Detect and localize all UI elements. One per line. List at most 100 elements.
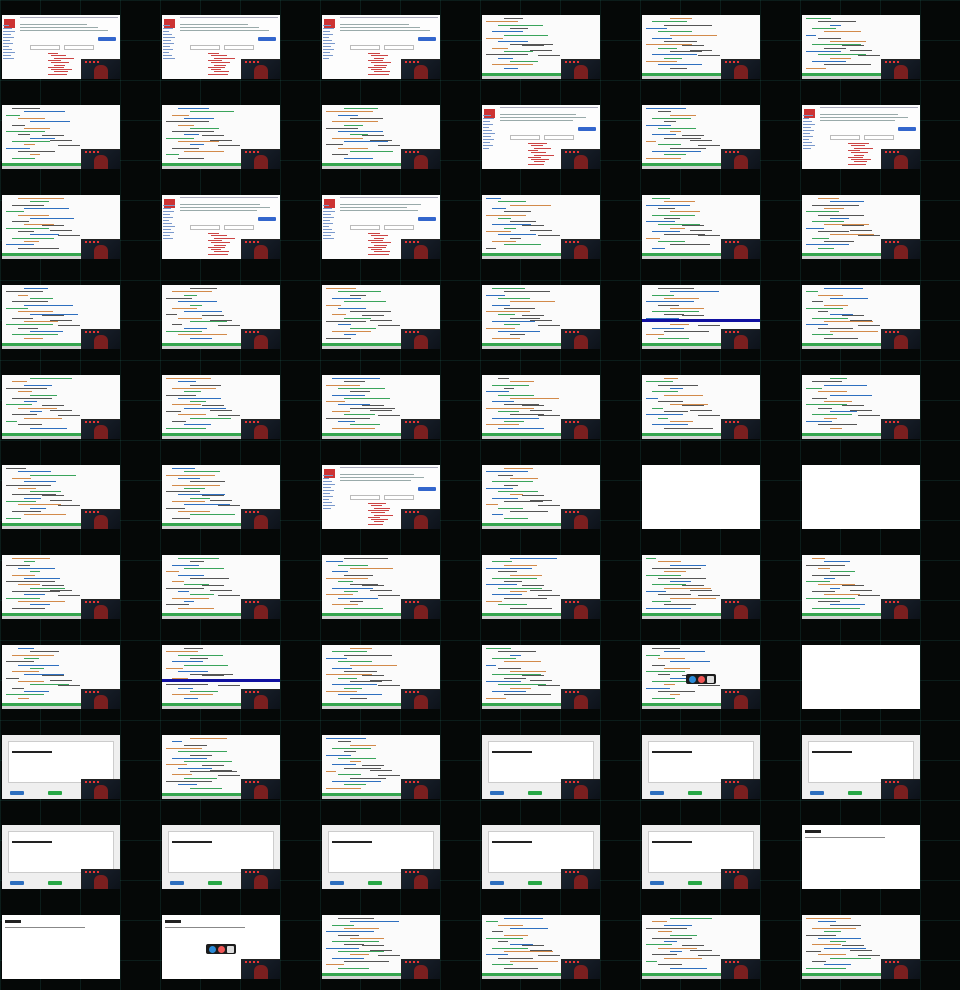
screenshot-thumbnail[interactable] (162, 915, 280, 979)
screenshot-thumbnail[interactable] (482, 555, 600, 619)
select-field[interactable] (350, 495, 380, 500)
select-field[interactable] (350, 45, 380, 50)
accept-button[interactable] (48, 791, 62, 795)
screenshot-thumbnail[interactable] (162, 285, 280, 349)
screenshot-thumbnail[interactable] (482, 915, 600, 979)
select-field[interactable] (384, 225, 414, 230)
screenshot-thumbnail[interactable] (322, 195, 440, 259)
select-field[interactable] (510, 135, 540, 140)
screenshot-thumbnail[interactable] (482, 465, 600, 529)
revert-button[interactable] (650, 791, 664, 795)
select-field[interactable] (384, 495, 414, 500)
screenshot-thumbnail[interactable] (322, 285, 440, 349)
screenshot-thumbnail[interactable] (642, 15, 760, 79)
screenshot-thumbnail[interactable] (162, 195, 280, 259)
revert-button[interactable] (490, 791, 504, 795)
revert-button[interactable] (490, 881, 504, 885)
select-field[interactable] (190, 45, 220, 50)
screenshot-thumbnail[interactable] (162, 555, 280, 619)
submit-button[interactable] (418, 487, 436, 491)
screenshot-thumbnail[interactable] (642, 285, 760, 349)
screenshot-thumbnail[interactable] (322, 375, 440, 439)
screenshot-thumbnail[interactable] (642, 195, 760, 259)
accept-button[interactable] (688, 881, 702, 885)
screenshot-thumbnail[interactable] (642, 735, 760, 799)
select-field[interactable] (224, 45, 254, 50)
submit-button[interactable] (98, 37, 116, 41)
submit-button[interactable] (418, 217, 436, 221)
screenshot-thumbnail[interactable] (162, 15, 280, 79)
screenshot-thumbnail[interactable] (642, 825, 760, 889)
accept-button[interactable] (208, 881, 222, 885)
screenshot-thumbnail[interactable] (482, 285, 600, 349)
screenshot-thumbnail[interactable] (162, 105, 280, 169)
screenshot-thumbnail[interactable] (482, 375, 600, 439)
screenshot-thumbnail[interactable] (802, 465, 920, 529)
screenshot-thumbnail[interactable] (2, 15, 120, 79)
screenshot-thumbnail[interactable] (642, 555, 760, 619)
accept-button[interactable] (368, 881, 382, 885)
screenshot-thumbnail[interactable] (162, 375, 280, 439)
submit-button[interactable] (258, 37, 276, 41)
screenshot-thumbnail[interactable] (482, 735, 600, 799)
screenshot-thumbnail[interactable] (322, 555, 440, 619)
screenshot-thumbnail[interactable] (322, 465, 440, 529)
screenshot-thumbnail[interactable] (482, 105, 600, 169)
screenshot-thumbnail[interactable] (2, 285, 120, 349)
revert-button[interactable] (10, 791, 24, 795)
screenshot-thumbnail[interactable] (322, 105, 440, 169)
revert-button[interactable] (330, 881, 344, 885)
screenshot-thumbnail[interactable] (802, 195, 920, 259)
screenshot-thumbnail[interactable] (802, 375, 920, 439)
screenshot-thumbnail[interactable] (802, 645, 920, 709)
screenshot-thumbnail[interactable] (642, 465, 760, 529)
submit-button[interactable] (258, 217, 276, 221)
accept-button[interactable] (528, 791, 542, 795)
screenshot-thumbnail[interactable] (322, 15, 440, 79)
select-field[interactable] (384, 45, 414, 50)
screenshot-thumbnail[interactable] (642, 645, 760, 709)
submit-button[interactable] (578, 127, 596, 131)
revert-button[interactable] (650, 881, 664, 885)
select-field[interactable] (864, 135, 894, 140)
screenshot-thumbnail[interactable] (482, 645, 600, 709)
select-field[interactable] (190, 225, 220, 230)
revert-button[interactable] (10, 881, 24, 885)
screenshot-thumbnail[interactable] (802, 15, 920, 79)
select-field[interactable] (64, 45, 94, 50)
submit-button[interactable] (418, 37, 436, 41)
accept-button[interactable] (528, 881, 542, 885)
select-field[interactable] (224, 225, 254, 230)
screenshot-thumbnail[interactable] (2, 105, 120, 169)
screenshot-thumbnail[interactable] (802, 105, 920, 169)
select-field[interactable] (350, 225, 380, 230)
revert-button[interactable] (810, 791, 824, 795)
screenshot-thumbnail[interactable] (162, 465, 280, 529)
revert-button[interactable] (170, 881, 184, 885)
accept-button[interactable] (688, 791, 702, 795)
screenshot-thumbnail[interactable] (802, 285, 920, 349)
screenshot-thumbnail[interactable] (322, 735, 440, 799)
screenshot-thumbnail[interactable] (2, 195, 120, 259)
screenshot-thumbnail[interactable] (162, 735, 280, 799)
screenshot-thumbnail[interactable] (322, 645, 440, 709)
screenshot-thumbnail[interactable] (2, 915, 120, 979)
submit-button[interactable] (898, 127, 916, 131)
screenshot-thumbnail[interactable] (642, 105, 760, 169)
screenshot-thumbnail[interactable] (2, 465, 120, 529)
select-field[interactable] (830, 135, 860, 140)
screenshot-thumbnail[interactable] (162, 825, 280, 889)
accept-button[interactable] (48, 881, 62, 885)
screenshot-thumbnail[interactable] (482, 825, 600, 889)
screenshot-thumbnail[interactable] (2, 645, 120, 709)
select-field[interactable] (544, 135, 574, 140)
screenshot-thumbnail[interactable] (2, 555, 120, 619)
screenshot-thumbnail[interactable] (642, 375, 760, 439)
screenshot-thumbnail[interactable] (2, 825, 120, 889)
screenshot-thumbnail[interactable] (802, 825, 920, 889)
screenshot-thumbnail[interactable] (802, 915, 920, 979)
screenshot-thumbnail[interactable] (322, 915, 440, 979)
accept-button[interactable] (848, 791, 862, 795)
screenshot-thumbnail[interactable] (322, 825, 440, 889)
screenshot-thumbnail[interactable] (2, 375, 120, 439)
